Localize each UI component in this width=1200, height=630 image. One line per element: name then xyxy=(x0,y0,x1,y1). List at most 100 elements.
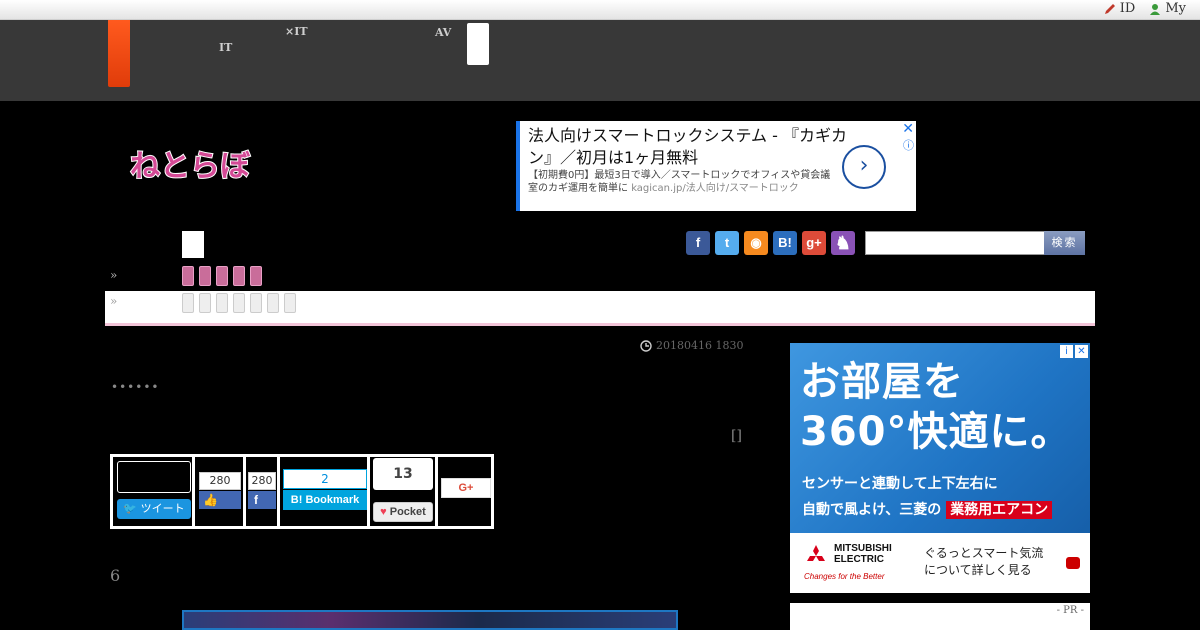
info-icon[interactable]: ⓘ xyxy=(903,137,914,153)
nav-active-tab[interactable] xyxy=(108,20,130,87)
gplus-button[interactable]: G+ xyxy=(441,478,491,498)
brand-tagline: Changes for the Better xyxy=(804,572,885,581)
tag-button-4[interactable] xyxy=(233,293,245,313)
pocket-cell: 13 ♥ Pocket xyxy=(370,457,438,526)
tweet-count-box xyxy=(117,461,191,493)
my-link-label: My xyxy=(1165,1,1186,16)
top-ad-title[interactable]: 法人向けスマートロックシステム - 『カギカン』／初月は1ヶ月無料 xyxy=(528,125,848,169)
sidebar-ad-brand: MITSUBISHI ELECTRIC Changes for the Bett… xyxy=(804,543,892,582)
nav-item-1[interactable]: IT xyxy=(219,28,232,54)
bookmark-button-label: Bookmark xyxy=(305,494,360,506)
top-ad-arrow-button[interactable]: › xyxy=(842,145,886,189)
menu-white-box[interactable] xyxy=(182,231,204,258)
play-icon[interactable] xyxy=(1066,557,1080,569)
twitter-bird-icon: 🐦 xyxy=(123,502,138,515)
facebook-square-icon: f xyxy=(254,493,258,507)
nav-item-2[interactable]: ×IT xyxy=(285,25,308,38)
nav-item-1-line2: IT xyxy=(219,41,233,54)
googleplus-icon[interactable]: g+ xyxy=(802,231,826,255)
sidebar-ad-sub1: センサーと連動して上下左右に xyxy=(802,476,998,492)
id-link[interactable]: ID xyxy=(1104,1,1136,16)
sidebar-ad-copy1: ぐるっとスマート気流 xyxy=(924,546,1044,560)
sidebar-ad-copy2: について詳しく見る xyxy=(924,563,1032,577)
facebook-icon[interactable]: f xyxy=(686,231,710,255)
nav-item-2-line2: ×IT xyxy=(285,25,308,38)
hatena-b-icon: B! xyxy=(290,494,303,506)
article-image[interactable] xyxy=(182,610,678,630)
twitter-icon[interactable]: t xyxy=(715,231,739,255)
nav-white-box[interactable] xyxy=(467,23,489,65)
rss-icon[interactable]: ◉ xyxy=(744,231,768,255)
sidebar-ad-copy: ぐるっとスマート気流 について詳しく見る xyxy=(924,545,1043,579)
tag-button-2[interactable] xyxy=(199,293,211,313)
article-date-text: 20180416 1830 xyxy=(656,339,744,352)
thumbs-up-icon: 👍 xyxy=(203,493,218,507)
bookmark-count: 2 xyxy=(283,469,367,489)
close-icon[interactable]: ✕ xyxy=(1075,345,1088,358)
category-button-5[interactable] xyxy=(250,266,262,286)
hatena-cell: 2 B! Bookmark xyxy=(280,457,370,526)
bookmark-button[interactable]: B! Bookmark xyxy=(283,490,367,510)
sidebar-ad-sub2: 自動で風よけ、三菱の 業務用エアコン xyxy=(802,497,1053,523)
fb-share-count: 280 xyxy=(248,472,276,490)
top-ad-url[interactable]: kagican.jp/法人向け/スマートロック xyxy=(631,183,799,194)
article-date: 20180416 1830 xyxy=(640,339,743,352)
top-bar: ID My xyxy=(0,0,1200,20)
tag-button-7[interactable] xyxy=(284,293,296,313)
main-nav: IT ×IT AV xyxy=(0,20,1200,101)
sidebar-ad-sub2-red: 業務用エアコン xyxy=(946,501,1053,519)
sidebar-ad[interactable]: お部屋を 360°快適に。 センサーと連動して上下左右に 自動で風よけ、三菱の … xyxy=(790,343,1090,593)
tag-button-1[interactable] xyxy=(182,293,194,313)
breadcrumb-sep-2: » xyxy=(110,294,118,308)
close-icon[interactable]: ✕ xyxy=(902,121,914,137)
article-heading-number: 6 xyxy=(110,566,121,585)
like-count: 280 xyxy=(199,472,241,490)
logo-text: ねとらぼ xyxy=(130,149,251,184)
brand-line2: ELECTRIC xyxy=(834,554,884,565)
like-cell: 280 👍 xyxy=(195,457,246,526)
pocket-button-label: Pocket xyxy=(389,506,426,518)
tweet-cell: 🐦 ツイート xyxy=(113,457,195,526)
sidebar-ad-headline: お部屋を 360°快適に。 xyxy=(800,359,1072,455)
tag-button-3[interactable] xyxy=(216,293,228,313)
article-dots: •••••• xyxy=(111,380,160,394)
cat-icon[interactable]: ♞ xyxy=(831,231,855,255)
category-button-1[interactable] xyxy=(182,266,194,286)
tweet-button[interactable]: 🐦 ツイート xyxy=(117,499,191,519)
breadcrumb-sep-1: » xyxy=(110,268,118,282)
mitsubishi-logo-icon xyxy=(807,545,825,561)
like-button[interactable]: 👍 xyxy=(199,491,241,509)
pr-box: - PR - xyxy=(790,603,1090,630)
category-button-3[interactable] xyxy=(216,266,228,286)
tweet-button-label: ツイート xyxy=(140,502,185,515)
person-icon xyxy=(1150,3,1161,15)
site-logo[interactable]: ねとらぼ xyxy=(128,138,258,190)
tag-button-6[interactable] xyxy=(267,293,279,313)
tag-button-5[interactable] xyxy=(250,293,262,313)
pr-label: - PR - xyxy=(1056,605,1084,616)
sidebar-ad-footer: MITSUBISHI ELECTRIC Changes for the Bett… xyxy=(790,533,1090,593)
id-link-label: ID xyxy=(1119,1,1136,16)
pocket-icon: ♥ xyxy=(380,506,387,518)
top-ad-body: 【初期費0円】最短3日で導入／スマートロックでオフィスや貸会議室のカギ運用を簡単… xyxy=(528,169,838,195)
search-button[interactable]: 検索 xyxy=(1044,231,1085,255)
pocket-count: 13 xyxy=(373,458,433,490)
hatena-icon[interactable]: B! xyxy=(773,231,797,255)
top-links: ID My xyxy=(1104,1,1186,16)
search-input[interactable] xyxy=(865,231,1045,255)
nav-item-3[interactable]: AV xyxy=(435,27,451,39)
my-link[interactable]: My xyxy=(1149,1,1186,16)
nav-item-3-line1: AV xyxy=(435,26,452,39)
sidebar-ad-info[interactable]: i ✕ xyxy=(1060,345,1088,358)
sidebar-ad-subcopy: センサーと連動して上下左右に 自動で風よけ、三菱の 業務用エアコン xyxy=(802,471,1053,523)
sidebar-ad-sub2-plain: 自動で風よけ、三菱の xyxy=(802,502,942,518)
category-button-2[interactable] xyxy=(199,266,211,286)
top-ad-banner[interactable]: 法人向けスマートロックシステム - 『カギカン』／初月は1ヶ月無料 【初期費0円… xyxy=(516,121,916,211)
brand-line1: MITSUBISHI xyxy=(834,543,892,554)
pocket-button[interactable]: ♥ Pocket xyxy=(373,502,433,522)
fb-share-cell: 280 f xyxy=(246,457,280,526)
share-buttons: 🐦 ツイート 280 👍 280 f 2 B! Bookmark 13 ♥ Po… xyxy=(110,454,494,529)
fb-share-button[interactable]: f xyxy=(248,491,276,509)
info-icon[interactable]: i xyxy=(1060,345,1073,358)
category-button-4[interactable] xyxy=(233,266,245,286)
